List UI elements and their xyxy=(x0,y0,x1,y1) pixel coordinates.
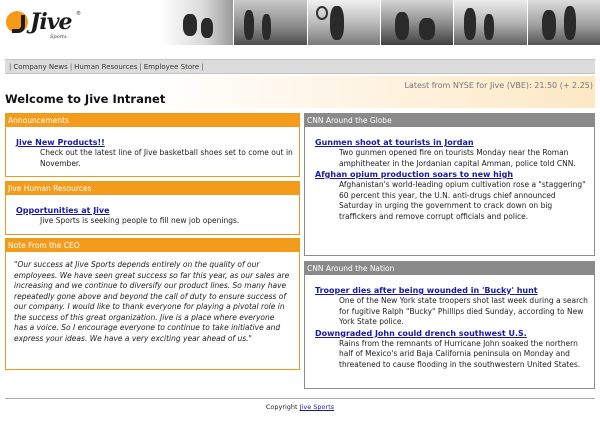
nav-separator: | xyxy=(9,62,12,71)
jive-logo[interactable]: Jive ® Sports. xyxy=(6,8,86,40)
cnn-nation-header: CNN Around the Nation xyxy=(305,262,594,275)
news-summary: Two gunmen opened fire on tourists Monda… xyxy=(339,148,576,168)
nav-link-human-resources[interactable]: Human Resources xyxy=(74,63,137,71)
page-title: Welcome to Jive Intranet xyxy=(5,92,166,106)
copyright-text: Copyright xyxy=(265,403,298,411)
header-banner: Jive ® Sports. xyxy=(0,0,600,45)
footer: Copyright Jive Sports xyxy=(0,403,600,411)
nav-separator: | xyxy=(139,62,142,71)
title-band: Latest from NYSE for Jive (VBE): 21.50 (… xyxy=(5,76,595,108)
nav-link-company-news[interactable]: Company News xyxy=(13,63,67,71)
stock-quote: Latest from NYSE for Jive (VBE): 21.50 (… xyxy=(404,81,593,90)
news-summary: One of the New York state troopers shot … xyxy=(339,296,588,326)
cnn-globe-header: CNN Around the Globe xyxy=(305,114,594,127)
nav-separator: | xyxy=(201,62,204,71)
jive-logo-mark-icon xyxy=(6,11,28,33)
cnn-globe-panel: CNN Around the Globe Gunmen shoot at tou… xyxy=(304,113,595,256)
nav-separator: | xyxy=(69,62,73,71)
footer-divider xyxy=(5,398,595,399)
ceo-note-text: "Our success at Jive Sports depends enti… xyxy=(14,260,290,343)
opportunities-link[interactable]: Opportunities at Jive xyxy=(16,205,299,216)
announcements-panel: Announcements Jive New Products!! Check … xyxy=(5,113,300,177)
news-headline-link[interactable]: Afghan opium production soars to new hig… xyxy=(315,169,588,180)
logo-subtitle: Sports. xyxy=(50,34,69,40)
top-nav-bar: | Company News | Human Resources | Emplo… xyxy=(5,59,595,74)
nav-link-employee-store[interactable]: Employee Store xyxy=(144,63,199,71)
ceo-note-panel: Note From the CEO "Our success at Jive S… xyxy=(5,238,300,370)
news-headline-link[interactable]: Downgraded John could drench southwest U… xyxy=(315,328,588,339)
ceo-note-header: Note From the CEO xyxy=(6,239,299,252)
news-headline-link[interactable]: Gunmen shoot at tourists in Jordan xyxy=(315,137,588,148)
logo-wordmark: Jive xyxy=(30,9,73,35)
registered-mark: ® xyxy=(76,11,81,17)
copyright-link[interactable]: Jive Sports xyxy=(300,403,334,411)
cyclists-photo xyxy=(160,0,234,45)
news-summary: Afghanistan's world-leading opium cultiv… xyxy=(339,180,586,221)
announcements-header: Announcements xyxy=(6,114,299,127)
news-headline-link[interactable]: Trooper dies after being wounded in 'Buc… xyxy=(315,285,588,296)
cnn-nation-panel: CNN Around the Nation Trooper dies after… xyxy=(304,261,595,389)
tennis-player-photo xyxy=(306,0,380,45)
human-resources-panel: Jive Human Resources Opportunities at Ji… xyxy=(5,181,300,235)
news-summary: Rains from the remnants of Hurricane Joh… xyxy=(339,338,581,369)
announcement-link[interactable]: Jive New Products!! xyxy=(16,137,299,148)
soccer-players-photo xyxy=(379,0,454,45)
sports-photo-strip xyxy=(160,0,600,45)
runners-photo xyxy=(233,0,307,45)
athletes-photo xyxy=(526,0,600,45)
opportunities-text: Jive Sports is seeking people to fill ne… xyxy=(40,216,240,225)
announcement-text: Check out the latest line of Jive basket… xyxy=(40,148,293,168)
human-resources-header: Jive Human Resources xyxy=(6,182,299,195)
basketball-players-photo xyxy=(453,0,527,45)
